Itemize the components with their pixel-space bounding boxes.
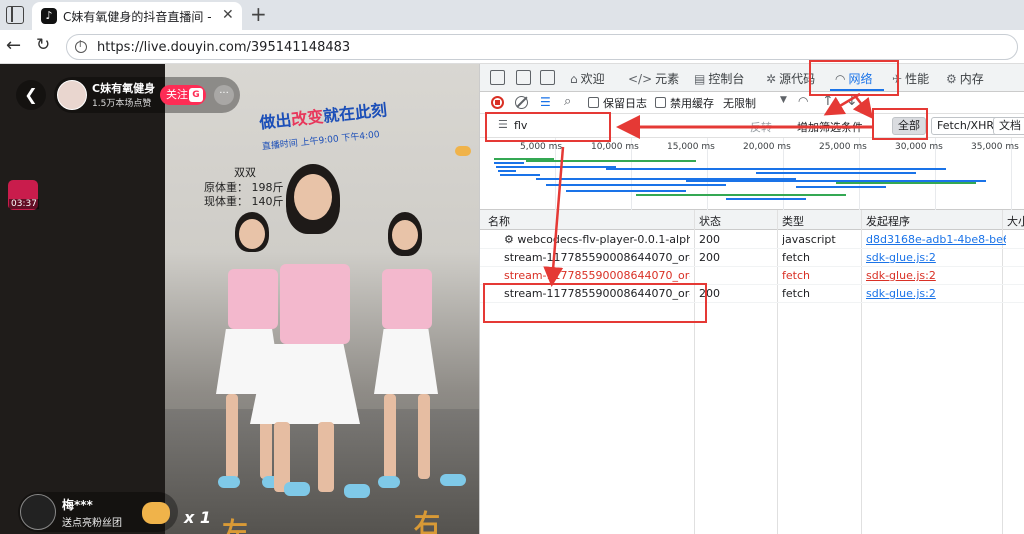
annotation-arrows xyxy=(543,92,874,287)
